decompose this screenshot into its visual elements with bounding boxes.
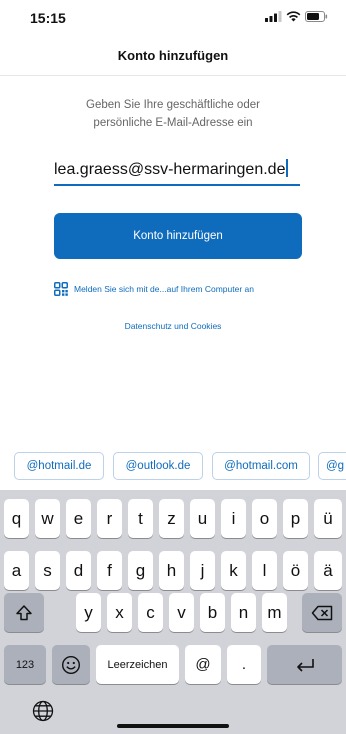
navigation-bar: Konto hinzufügen bbox=[0, 34, 346, 76]
instruction-line-2: persönliche E-Mail-Adresse ein bbox=[93, 117, 253, 129]
key-o[interactable]: o bbox=[252, 499, 277, 538]
domain-chip-hotmail-de[interactable]: @hotmail.de bbox=[14, 452, 104, 480]
status-bar: 15:15 bbox=[0, 0, 346, 34]
shift-icon bbox=[16, 604, 32, 620]
qr-signin-link[interactable]: Melden Sie sich mit de...auf Ihrem Compu… bbox=[54, 279, 324, 299]
home-indicator bbox=[117, 724, 229, 728]
shift-key[interactable] bbox=[4, 593, 44, 632]
domain-chip-hotmail-com[interactable]: @hotmail.com bbox=[212, 452, 310, 480]
key-t[interactable]: t bbox=[128, 499, 153, 538]
key-oe[interactable]: ö bbox=[283, 551, 308, 590]
emoji-key[interactable] bbox=[52, 645, 90, 684]
instruction-text: Geben Sie Ihre geschäftliche oder persön… bbox=[50, 96, 296, 132]
instruction-line-1: Geben Sie Ihre geschäftliche oder bbox=[86, 99, 260, 111]
key-h[interactable]: h bbox=[159, 551, 184, 590]
globe-icon bbox=[32, 700, 54, 722]
add-account-button[interactable]: Konto hinzufügen bbox=[54, 213, 302, 259]
key-a[interactable]: a bbox=[4, 551, 29, 590]
key-d[interactable]: d bbox=[66, 551, 91, 590]
return-icon bbox=[296, 658, 314, 672]
domain-chip-outlook-de[interactable]: @outlook.de bbox=[113, 452, 203, 480]
key-v[interactable]: v bbox=[169, 593, 194, 632]
key-m[interactable]: m bbox=[262, 593, 287, 632]
qr-signin-label: Melden Sie sich mit de...auf Ihrem Compu… bbox=[74, 284, 254, 294]
key-b[interactable]: b bbox=[200, 593, 225, 632]
email-field[interactable]: lea.graess@ssv-hermaringen.de bbox=[54, 158, 300, 186]
key-n[interactable]: n bbox=[231, 593, 256, 632]
text-cursor bbox=[286, 159, 289, 177]
key-l[interactable]: l bbox=[252, 551, 277, 590]
backspace-key[interactable] bbox=[302, 593, 342, 632]
keyboard: q w e r t z u i o p ü a s d f g h j k l … bbox=[0, 490, 346, 734]
key-ae[interactable]: ä bbox=[314, 551, 342, 590]
key-y[interactable]: y bbox=[76, 593, 101, 632]
email-field-value: lea.graess@ssv-hermaringen.de bbox=[54, 161, 286, 178]
key-q[interactable]: q bbox=[4, 499, 29, 538]
key-ue[interactable]: ü bbox=[314, 499, 342, 538]
key-s[interactable]: s bbox=[35, 551, 60, 590]
key-c[interactable]: c bbox=[138, 593, 163, 632]
numbers-key[interactable]: 123 bbox=[4, 645, 46, 684]
add-account-button-label: Konto hinzufügen bbox=[133, 230, 223, 242]
emoji-icon bbox=[61, 655, 81, 674]
key-w[interactable]: w bbox=[35, 499, 60, 538]
domain-chip-partial[interactable]: @g bbox=[318, 452, 346, 480]
key-p[interactable]: p bbox=[283, 499, 308, 538]
qr-code-icon bbox=[54, 282, 68, 296]
domain-suggestions: @hotmail.de @outlook.de @hotmail.com @g bbox=[0, 452, 346, 482]
status-time: 15:15 bbox=[30, 10, 66, 26]
key-i[interactable]: i bbox=[221, 499, 246, 538]
signal-icon bbox=[265, 11, 282, 22]
wifi-icon bbox=[286, 11, 301, 22]
key-u[interactable]: u bbox=[190, 499, 215, 538]
return-key[interactable] bbox=[267, 645, 342, 684]
key-x[interactable]: x bbox=[107, 593, 132, 632]
key-k[interactable]: k bbox=[221, 551, 246, 590]
key-z[interactable]: z bbox=[159, 499, 184, 538]
globe-key[interactable] bbox=[28, 696, 58, 726]
key-e[interactable]: e bbox=[66, 499, 91, 538]
add-account-screen: 15:15 Konto hinzufügen Geben Sie Ihre ge… bbox=[0, 0, 346, 734]
battery-icon bbox=[305, 11, 328, 22]
status-icons bbox=[265, 11, 328, 22]
backspace-icon bbox=[311, 605, 333, 620]
key-j[interactable]: j bbox=[190, 551, 215, 590]
key-r[interactable]: r bbox=[97, 499, 122, 538]
page-title: Konto hinzufügen bbox=[117, 48, 229, 63]
key-g[interactable]: g bbox=[128, 551, 153, 590]
space-key[interactable]: Leerzeichen bbox=[96, 645, 179, 684]
privacy-cookies-link[interactable]: Datenschutz und Cookies bbox=[0, 321, 346, 331]
key-f[interactable]: f bbox=[97, 551, 122, 590]
dot-key[interactable]: . bbox=[227, 645, 261, 684]
at-key[interactable]: @ bbox=[185, 645, 221, 684]
